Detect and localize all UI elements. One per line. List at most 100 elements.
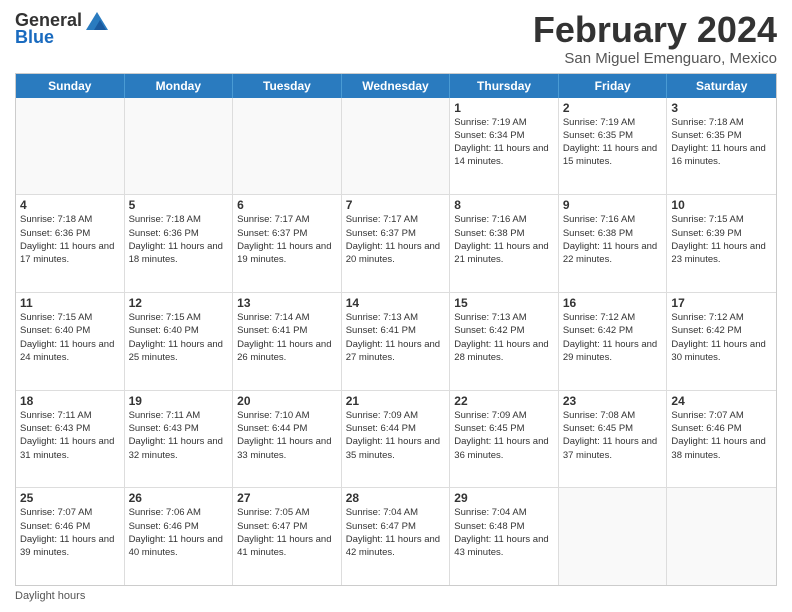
day-info: Sunrise: 7:12 AM Sunset: 6:42 PM Dayligh…: [671, 311, 772, 364]
calendar: SundayMondayTuesdayWednesdayThursdayFrid…: [15, 73, 777, 586]
day-number: 12: [129, 296, 229, 310]
header-day-saturday: Saturday: [667, 74, 776, 98]
calendar-cell: 10Sunrise: 7:15 AM Sunset: 6:39 PM Dayli…: [667, 195, 776, 292]
logo-icon: [86, 12, 108, 30]
calendar-cell: 7Sunrise: 7:17 AM Sunset: 6:37 PM Daylig…: [342, 195, 451, 292]
calendar-row-4: 25Sunrise: 7:07 AM Sunset: 6:46 PM Dayli…: [16, 488, 776, 585]
header-day-wednesday: Wednesday: [342, 74, 451, 98]
calendar-cell: 20Sunrise: 7:10 AM Sunset: 6:44 PM Dayli…: [233, 391, 342, 488]
day-info: Sunrise: 7:16 AM Sunset: 6:38 PM Dayligh…: [563, 213, 663, 266]
day-number: 20: [237, 394, 337, 408]
calendar-cell: [667, 488, 776, 585]
day-info: Sunrise: 7:04 AM Sunset: 6:47 PM Dayligh…: [346, 506, 446, 559]
calendar-cell: [342, 98, 451, 195]
calendar-cell: 26Sunrise: 7:06 AM Sunset: 6:46 PM Dayli…: [125, 488, 234, 585]
day-number: 3: [671, 101, 772, 115]
day-number: 26: [129, 491, 229, 505]
day-info: Sunrise: 7:11 AM Sunset: 6:43 PM Dayligh…: [20, 409, 120, 462]
calendar-cell: [559, 488, 668, 585]
calendar-cell: 24Sunrise: 7:07 AM Sunset: 6:46 PM Dayli…: [667, 391, 776, 488]
calendar-cell: 15Sunrise: 7:13 AM Sunset: 6:42 PM Dayli…: [450, 293, 559, 390]
day-info: Sunrise: 7:05 AM Sunset: 6:47 PM Dayligh…: [237, 506, 337, 559]
day-number: 15: [454, 296, 554, 310]
day-info: Sunrise: 7:17 AM Sunset: 6:37 PM Dayligh…: [237, 213, 337, 266]
day-info: Sunrise: 7:10 AM Sunset: 6:44 PM Dayligh…: [237, 409, 337, 462]
calendar-cell: 4Sunrise: 7:18 AM Sunset: 6:36 PM Daylig…: [16, 195, 125, 292]
day-info: Sunrise: 7:09 AM Sunset: 6:45 PM Dayligh…: [454, 409, 554, 462]
calendar-cell: 17Sunrise: 7:12 AM Sunset: 6:42 PM Dayli…: [667, 293, 776, 390]
calendar-cell: 21Sunrise: 7:09 AM Sunset: 6:44 PM Dayli…: [342, 391, 451, 488]
day-number: 19: [129, 394, 229, 408]
calendar-cell: 19Sunrise: 7:11 AM Sunset: 6:43 PM Dayli…: [125, 391, 234, 488]
day-info: Sunrise: 7:07 AM Sunset: 6:46 PM Dayligh…: [20, 506, 120, 559]
calendar-cell: 6Sunrise: 7:17 AM Sunset: 6:37 PM Daylig…: [233, 195, 342, 292]
day-number: 1: [454, 101, 554, 115]
header-day-monday: Monday: [125, 74, 234, 98]
calendar-cell: 5Sunrise: 7:18 AM Sunset: 6:36 PM Daylig…: [125, 195, 234, 292]
calendar-cell: [16, 98, 125, 195]
day-info: Sunrise: 7:15 AM Sunset: 6:40 PM Dayligh…: [129, 311, 229, 364]
day-info: Sunrise: 7:14 AM Sunset: 6:41 PM Dayligh…: [237, 311, 337, 364]
header-day-sunday: Sunday: [16, 74, 125, 98]
day-number: 6: [237, 198, 337, 212]
header-day-tuesday: Tuesday: [233, 74, 342, 98]
day-number: 24: [671, 394, 772, 408]
day-number: 10: [671, 198, 772, 212]
day-info: Sunrise: 7:15 AM Sunset: 6:39 PM Dayligh…: [671, 213, 772, 266]
day-info: Sunrise: 7:06 AM Sunset: 6:46 PM Dayligh…: [129, 506, 229, 559]
day-info: Sunrise: 7:13 AM Sunset: 6:41 PM Dayligh…: [346, 311, 446, 364]
day-info: Sunrise: 7:18 AM Sunset: 6:35 PM Dayligh…: [671, 116, 772, 169]
day-info: Sunrise: 7:19 AM Sunset: 6:34 PM Dayligh…: [454, 116, 554, 169]
subtitle: San Miguel Emenguaro, Mexico: [533, 50, 777, 67]
day-info: Sunrise: 7:19 AM Sunset: 6:35 PM Dayligh…: [563, 116, 663, 169]
calendar-cell: 28Sunrise: 7:04 AM Sunset: 6:47 PM Dayli…: [342, 488, 451, 585]
calendar-cell: 22Sunrise: 7:09 AM Sunset: 6:45 PM Dayli…: [450, 391, 559, 488]
day-info: Sunrise: 7:07 AM Sunset: 6:46 PM Dayligh…: [671, 409, 772, 462]
day-info: Sunrise: 7:04 AM Sunset: 6:48 PM Dayligh…: [454, 506, 554, 559]
day-number: 22: [454, 394, 554, 408]
calendar-cell: 16Sunrise: 7:12 AM Sunset: 6:42 PM Dayli…: [559, 293, 668, 390]
day-number: 5: [129, 198, 229, 212]
calendar-row-1: 4Sunrise: 7:18 AM Sunset: 6:36 PM Daylig…: [16, 195, 776, 293]
day-info: Sunrise: 7:12 AM Sunset: 6:42 PM Dayligh…: [563, 311, 663, 364]
calendar-cell: 29Sunrise: 7:04 AM Sunset: 6:48 PM Dayli…: [450, 488, 559, 585]
calendar-cell: 3Sunrise: 7:18 AM Sunset: 6:35 PM Daylig…: [667, 98, 776, 195]
day-number: 13: [237, 296, 337, 310]
calendar-row-0: 1Sunrise: 7:19 AM Sunset: 6:34 PM Daylig…: [16, 98, 776, 196]
day-number: 27: [237, 491, 337, 505]
day-info: Sunrise: 7:17 AM Sunset: 6:37 PM Dayligh…: [346, 213, 446, 266]
day-info: Sunrise: 7:15 AM Sunset: 6:40 PM Dayligh…: [20, 311, 120, 364]
day-number: 2: [563, 101, 663, 115]
calendar-cell: [125, 98, 234, 195]
day-number: 7: [346, 198, 446, 212]
calendar-cell: 12Sunrise: 7:15 AM Sunset: 6:40 PM Dayli…: [125, 293, 234, 390]
calendar-cell: 27Sunrise: 7:05 AM Sunset: 6:47 PM Dayli…: [233, 488, 342, 585]
header: General Blue February 2024 San Miguel Em…: [15, 10, 777, 67]
calendar-cell: 18Sunrise: 7:11 AM Sunset: 6:43 PM Dayli…: [16, 391, 125, 488]
day-info: Sunrise: 7:13 AM Sunset: 6:42 PM Dayligh…: [454, 311, 554, 364]
month-title: February 2024: [533, 10, 777, 50]
day-number: 28: [346, 491, 446, 505]
day-number: 23: [563, 394, 663, 408]
logo: General Blue: [15, 10, 108, 48]
calendar-cell: 8Sunrise: 7:16 AM Sunset: 6:38 PM Daylig…: [450, 195, 559, 292]
calendar-cell: 2Sunrise: 7:19 AM Sunset: 6:35 PM Daylig…: [559, 98, 668, 195]
day-info: Sunrise: 7:16 AM Sunset: 6:38 PM Dayligh…: [454, 213, 554, 266]
day-number: 29: [454, 491, 554, 505]
day-number: 21: [346, 394, 446, 408]
day-number: 25: [20, 491, 120, 505]
calendar-body: 1Sunrise: 7:19 AM Sunset: 6:34 PM Daylig…: [16, 98, 776, 585]
header-day-thursday: Thursday: [450, 74, 559, 98]
day-number: 18: [20, 394, 120, 408]
day-info: Sunrise: 7:08 AM Sunset: 6:45 PM Dayligh…: [563, 409, 663, 462]
day-number: 11: [20, 296, 120, 310]
day-number: 16: [563, 296, 663, 310]
calendar-row-2: 11Sunrise: 7:15 AM Sunset: 6:40 PM Dayli…: [16, 293, 776, 391]
calendar-cell: 9Sunrise: 7:16 AM Sunset: 6:38 PM Daylig…: [559, 195, 668, 292]
calendar-cell: 23Sunrise: 7:08 AM Sunset: 6:45 PM Dayli…: [559, 391, 668, 488]
logo-blue-text: Blue: [15, 27, 54, 48]
calendar-cell: [233, 98, 342, 195]
calendar-cell: 13Sunrise: 7:14 AM Sunset: 6:41 PM Dayli…: [233, 293, 342, 390]
day-info: Sunrise: 7:18 AM Sunset: 6:36 PM Dayligh…: [20, 213, 120, 266]
day-number: 14: [346, 296, 446, 310]
